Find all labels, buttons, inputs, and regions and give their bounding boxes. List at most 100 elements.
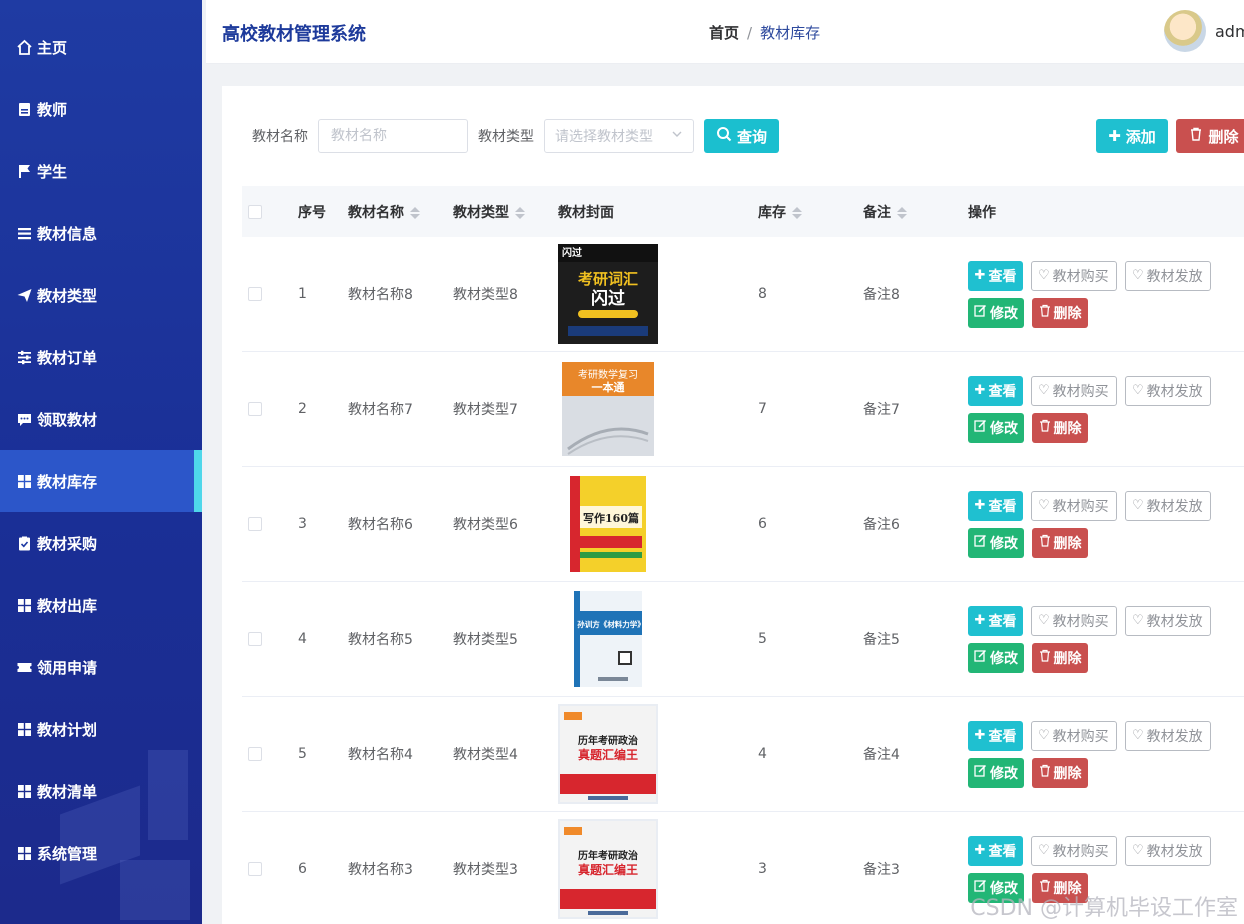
- buy-button[interactable]: ♡ 教材购买: [1031, 490, 1117, 521]
- user-name[interactable]: adm: [1215, 22, 1244, 41]
- delete-button[interactable]: 删除: [1032, 527, 1088, 558]
- sort-icon[interactable]: [515, 206, 525, 219]
- row-checkbox[interactable]: [248, 287, 262, 301]
- select-all-checkbox[interactable]: [248, 204, 262, 219]
- buy-button[interactable]: ♡ 教材购买: [1031, 835, 1117, 866]
- col-header-note[interactable]: 备注: [863, 202, 968, 222]
- trash-icon: [1039, 304, 1051, 321]
- breadcrumb-home[interactable]: 首页: [709, 24, 739, 42]
- sidebar-item-13[interactable]: 系统管理: [0, 822, 202, 884]
- view-button[interactable]: ✚ 查看: [968, 375, 1023, 406]
- cell-stock: 8: [758, 286, 767, 302]
- book-cover-image[interactable]: 孙训方《材料力学》: [558, 589, 658, 689]
- distribute-button[interactable]: ♡ 教材发放: [1125, 720, 1211, 751]
- row-checkbox[interactable]: [248, 517, 262, 531]
- distribute-button[interactable]: ♡ 教材发放: [1125, 260, 1211, 291]
- col-header-stock[interactable]: 库存: [758, 202, 863, 222]
- edit-button-label: 修改: [990, 650, 1018, 667]
- row-checkbox[interactable]: [248, 402, 262, 416]
- distribute-button[interactable]: ♡ 教材发放: [1125, 490, 1211, 521]
- svg-text:真题汇编王: 真题汇编王: [578, 747, 638, 762]
- plus-icon: ✚: [974, 613, 986, 628]
- delete-button-label: 删除: [1053, 420, 1082, 437]
- svg-text:闪过: 闪过: [562, 246, 582, 259]
- table-row: 1 教材名称8 教材类型8 闪过 考研词汇 闪过 8 备注8 ✚ 查看 ♡ 教材购买…: [242, 237, 1244, 352]
- sidebar-item-7[interactable]: 教材库存: [0, 450, 202, 512]
- edit-button[interactable]: 修改: [968, 642, 1024, 673]
- sidebar-item-12[interactable]: 教材清单: [0, 760, 202, 822]
- sidebar-item-label: 系统管理: [37, 844, 98, 863]
- view-button-label: 查看: [988, 843, 1017, 860]
- sidebar-item-0[interactable]: 主页: [0, 16, 202, 78]
- book-cover-image[interactable]: 历年考研政治 真题汇编王: [558, 819, 658, 919]
- avatar[interactable]: [1164, 10, 1206, 52]
- heart-icon: ♡: [1038, 268, 1050, 283]
- sidebar-item-4[interactable]: 教材类型: [0, 264, 202, 326]
- row-checkbox[interactable]: [248, 862, 262, 876]
- heart-icon: ♡: [1132, 498, 1144, 513]
- col-header-type[interactable]: 教材类型: [453, 202, 558, 222]
- svg-text:一本通: 一本通: [592, 380, 625, 394]
- sidebar-item-10[interactable]: 领用申请: [0, 636, 202, 698]
- row-checkbox[interactable]: [248, 747, 262, 761]
- col-header-actions: 操作: [968, 204, 996, 221]
- sort-icon[interactable]: [792, 206, 802, 219]
- sidebar-item-label: 领用申请: [37, 658, 98, 677]
- delete-button[interactable]: 删除: [1032, 642, 1088, 673]
- sidebar-item-6[interactable]: 领取教材: [0, 388, 202, 450]
- trash-icon: [1039, 534, 1051, 551]
- sidebar-item-1[interactable]: 教师: [0, 78, 202, 140]
- type-select[interactable]: 请选择教材类型: [544, 119, 694, 153]
- distribute-button[interactable]: ♡ 教材发放: [1125, 835, 1211, 866]
- row-actions: ✚ 查看 ♡ 教材购买 ♡ 教材发放 修改 删除: [968, 605, 1228, 673]
- delete-button[interactable]: 删除: [1032, 412, 1088, 443]
- book-cover-image[interactable]: 历年考研政治 真题汇编王: [558, 704, 658, 804]
- sidebar-item-11[interactable]: 教材计划: [0, 698, 202, 760]
- cell-name: 教材名称7: [348, 402, 413, 418]
- col-header-name[interactable]: 教材名称: [348, 202, 453, 222]
- view-button[interactable]: ✚ 查看: [968, 260, 1023, 291]
- book-cover-image[interactable]: 写作160篇: [558, 474, 658, 574]
- sidebar-item-8[interactable]: 教材采购: [0, 512, 202, 574]
- view-button[interactable]: ✚ 查看: [968, 490, 1023, 521]
- cell-type: 教材类型3: [453, 862, 518, 878]
- svg-text:考研数学复习: 考研数学复习: [578, 368, 638, 381]
- sidebar-item-3[interactable]: 教材信息: [0, 202, 202, 264]
- cell-name: 教材名称4: [348, 747, 413, 763]
- add-button[interactable]: ✚ 添加: [1096, 119, 1168, 153]
- delete-button[interactable]: 删除: [1032, 297, 1088, 328]
- svg-text:历年考研政治: 历年考研政治: [578, 734, 638, 747]
- sidebar-item-label: 教材订单: [37, 348, 98, 367]
- row-actions: ✚ 查看 ♡ 教材购买 ♡ 教材发放 修改 删除: [968, 720, 1228, 788]
- edit-button[interactable]: 修改: [968, 412, 1024, 443]
- buy-button[interactable]: ♡ 教材购买: [1031, 605, 1117, 636]
- edit-button[interactable]: 修改: [968, 297, 1024, 328]
- sidebar-item-5[interactable]: 教材订单: [0, 326, 202, 388]
- svg-text:孙训方《材料力学》: 孙训方《材料力学》: [577, 619, 645, 629]
- distribute-button-label: 教材发放: [1146, 843, 1203, 860]
- sidebar-item-2[interactable]: 学生: [0, 140, 202, 202]
- app-title: 高校教材管理系统: [222, 24, 366, 45]
- buy-button[interactable]: ♡ 教材购买: [1031, 720, 1117, 751]
- distribute-button[interactable]: ♡ 教材发放: [1125, 605, 1211, 636]
- inventory-table: 序号 教材名称 教材类型 教材封面 库存 备注 操作 1 教材名称8 教材类型8…: [242, 186, 1244, 924]
- sort-icon[interactable]: [897, 206, 907, 219]
- query-button[interactable]: 查询: [704, 119, 779, 153]
- sidebar-item-9[interactable]: 教材出库: [0, 574, 202, 636]
- batch-delete-button[interactable]: 删除: [1176, 119, 1244, 153]
- delete-button[interactable]: 删除: [1032, 757, 1088, 788]
- edit-button[interactable]: 修改: [968, 527, 1024, 558]
- edit-button[interactable]: 修改: [968, 757, 1024, 788]
- book-cover-image[interactable]: 闪过 考研词汇 闪过: [558, 244, 658, 344]
- view-button[interactable]: ✚ 查看: [968, 605, 1023, 636]
- col-header-cover: 教材封面: [558, 204, 614, 221]
- view-button[interactable]: ✚ 查看: [968, 835, 1023, 866]
- buy-button[interactable]: ♡ 教材购买: [1031, 375, 1117, 406]
- book-cover-image[interactable]: 考研数学复习 一本通: [558, 359, 658, 459]
- buy-button[interactable]: ♡ 教材购买: [1031, 260, 1117, 291]
- sort-icon[interactable]: [410, 206, 420, 219]
- name-search-input[interactable]: [318, 119, 468, 153]
- distribute-button[interactable]: ♡ 教材发放: [1125, 375, 1211, 406]
- view-button[interactable]: ✚ 查看: [968, 720, 1023, 751]
- row-checkbox[interactable]: [248, 632, 262, 646]
